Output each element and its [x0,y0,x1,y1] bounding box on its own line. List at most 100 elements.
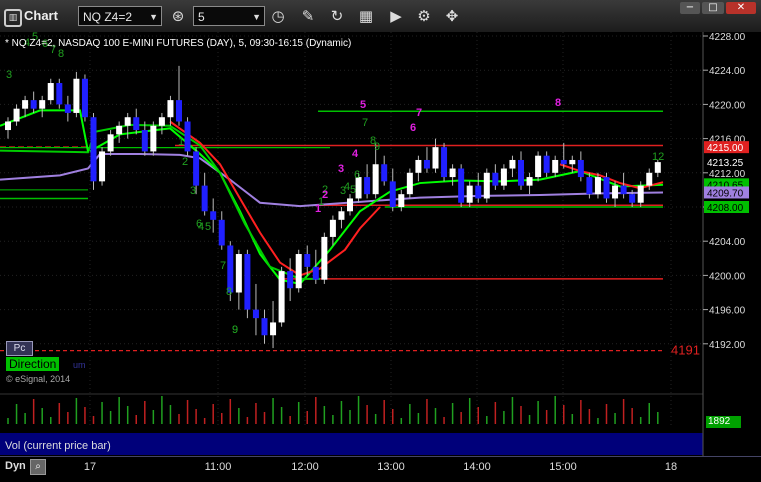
candle-body [500,168,507,186]
price-tick-label: 4224.00 [709,66,746,77]
chart-header: * NQ Z4=2, NASDAQ 100 E-MINI FUTURES (DA… [5,38,352,49]
candle-body [141,130,148,152]
dyn-label[interactable]: Dyn [5,460,26,472]
title-bar: ▥ Chart NQ Z4=2 ▼ ⊛ 5 ▼ ◷ ✎ ↻ ▦ ▶ ⚙ ✥ − … [0,0,761,33]
calculator-icon[interactable]: ▦ [356,6,376,26]
chevron-down-icon[interactable]: ▼ [252,7,261,27]
candle-body [338,211,345,220]
candle-body [270,322,277,336]
candle-body [252,309,259,319]
pc-tag[interactable]: Pc [6,341,33,356]
price-tick-label: 4200.00 [709,271,746,282]
candle-body [364,177,371,195]
x-tick: 12:00 [291,461,319,473]
price-badge-label: 4215.00 [707,143,744,154]
x-tick: 11:00 [204,461,232,473]
clock-icon[interactable]: ◷ [268,6,288,26]
candle-body [620,185,627,195]
price-chart[interactable]: 4191 34 56 7 8912364 578912 34 567891212345678… [0,32,761,456]
candle-body [552,159,559,173]
candle-body [124,117,131,126]
candle-body [646,172,653,186]
sequence-count: 7 [416,107,422,119]
candle-body [99,151,106,182]
link-icon[interactable]: ⊛ [168,6,188,26]
candle-body [287,271,294,289]
sequence-count: 8 [555,97,561,109]
candle-body [304,254,311,267]
candle-body [176,100,182,122]
candle-body [64,104,71,113]
sequence-count: 4 [352,148,359,160]
candle-body [637,185,644,203]
candle-body [389,181,396,207]
price-tick-label: 4212.00 [709,169,746,180]
maximize-button[interactable]: □ [702,2,724,14]
x-tick: 14:00 [463,461,491,473]
candle-body [39,100,46,109]
candle-body [158,117,165,126]
volume-pane-label: Vol (current price bar) [5,440,111,452]
symbol-combo[interactable]: NQ Z4=2 ▼ [78,6,162,26]
candle-body [518,159,524,186]
sequence-count: 5 [350,184,356,196]
pencil-icon[interactable]: ✎ [298,6,318,26]
candle-body [22,100,29,109]
candle-body [509,159,516,169]
candle-body [329,219,336,237]
direction-tag[interactable]: Direction [6,357,60,371]
candle-body [116,125,123,135]
x-tick: 17 [83,461,97,473]
candle-body [261,318,268,336]
volume-value-badge: 1892 [706,416,741,428]
interval-combo[interactable]: 5 ▼ [193,6,265,26]
candle-body [577,159,584,178]
candle-body [526,177,533,186]
cursor-icon[interactable]: ✥ [442,6,462,26]
sequence-count: 3 [338,163,344,175]
candle-body [423,159,430,169]
price-badge-label: 4209.70 [707,188,744,199]
gear-icon[interactable]: ⚙ [414,6,434,26]
sequence-count: 6 [410,122,416,134]
candle-body [47,83,54,101]
candle-body [569,159,576,165]
price-badge-label: 4208.00 [707,203,744,214]
candle-body [612,185,619,199]
minimize-button[interactable]: − [680,2,700,14]
chart-window-icon: ▥ [4,9,22,27]
zoom-icon[interactable]: ⌕ [30,459,46,475]
sequence-count: 7 [362,117,368,129]
low-label: 4191 [671,343,700,358]
candle-body [483,172,490,199]
candle-body [560,159,567,165]
candle-body [90,117,97,182]
chevron-down-icon[interactable]: ▼ [149,7,158,27]
candle-body [107,134,114,152]
interval-value: 5 [198,10,205,24]
sequence-count: 1 [178,136,184,148]
candle-body [184,121,191,152]
sequence-count: 8 [58,48,64,60]
candle-body [193,151,200,186]
sequence-count: 8 [226,286,232,298]
candle-body [406,172,413,195]
sequence-count: 3 [190,185,196,197]
sequence-count: 2 [182,156,188,168]
refresh-icon[interactable]: ↻ [327,6,347,26]
sequence-count: 2 [322,189,328,201]
sequence-count: 1 [315,203,321,215]
candle-body [398,194,405,207]
candle-body [244,254,251,310]
candle-body [235,254,242,293]
candle-body [295,254,302,289]
play-icon[interactable]: ▶ [386,6,406,26]
copyright-text: © eSignal, 2014 [6,374,71,384]
candle-body [278,271,285,323]
candle-body [13,108,20,122]
candle-body [210,211,217,220]
sequence-count: 5 [360,99,366,111]
candle-body [372,164,379,195]
candle-body [543,155,550,173]
close-button[interactable]: ✕ [726,2,756,14]
